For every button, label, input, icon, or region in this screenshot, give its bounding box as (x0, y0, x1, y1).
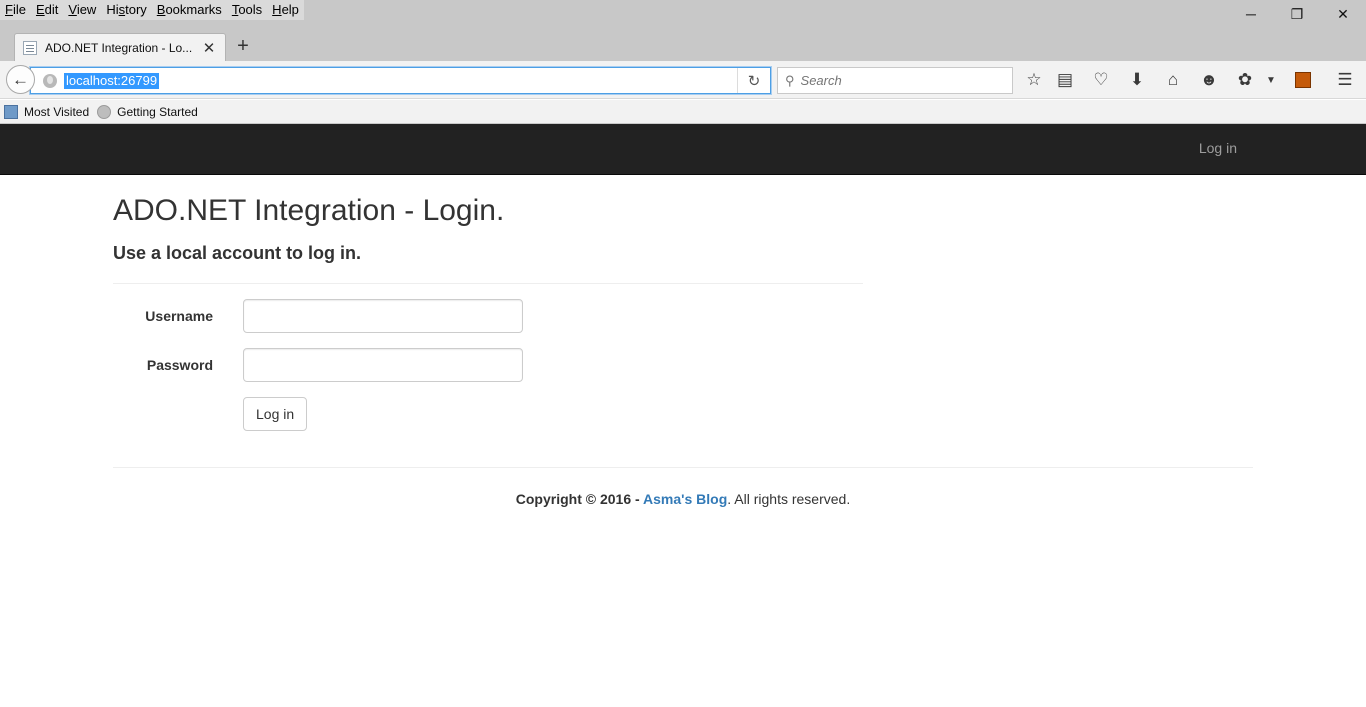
page-subtitle: Use a local account to log in. (113, 243, 362, 263)
menu-bookmarks[interactable]: Bookmarks (152, 0, 227, 20)
menu-view[interactable]: View (63, 0, 101, 20)
most-visited-icon (4, 104, 18, 119)
bookmarks-toolbar: Most Visited Getting Started (0, 100, 1366, 124)
window-controls: ─ ❐ ✕ (1228, 0, 1366, 28)
addon-icon[interactable] (1292, 69, 1314, 91)
footer-divider (113, 467, 1253, 468)
bookmark-getting-started[interactable]: Getting Started (97, 104, 198, 119)
page-favicon-icon (23, 40, 37, 55)
nav-login-link[interactable]: Log in (1199, 140, 1237, 156)
menu-tools[interactable]: Tools (227, 0, 267, 20)
password-row: Password (113, 348, 1253, 382)
footer-rights: . All rights reserved. (727, 491, 851, 507)
site-navbar: Log in (0, 124, 1366, 175)
main-content: ADO.NET Integration - Login. Use a local… (113, 175, 1253, 507)
tab-close-icon[interactable]: ✕ (201, 39, 217, 57)
menu-history[interactable]: History (101, 0, 151, 20)
url-text[interactable]: localhost:26799 (64, 72, 160, 89)
reload-icon[interactable]: ↻ (737, 68, 770, 93)
dropdown-icon[interactable]: ▼ (1260, 69, 1282, 91)
footer-blog-link[interactable]: Asma's Blog (643, 491, 727, 507)
navigation-toolbar: ← localhost:26799 ↻ ⚲ ☆ ▤ ♡ ⬇ ⌂ ☻ ✿ ▼ ☰ (0, 61, 1366, 99)
menu-edit[interactable]: Edit (31, 0, 63, 20)
chat-icon[interactable]: ☻ (1198, 69, 1220, 91)
search-bar[interactable]: ⚲ (777, 67, 1013, 94)
footer: Copyright © 2016 - Asma's Blog. All righ… (113, 491, 1253, 507)
pocket-icon[interactable]: ♡ (1090, 69, 1112, 91)
home-icon[interactable]: ⌂ (1162, 69, 1184, 91)
minimize-icon[interactable]: ─ (1228, 0, 1274, 28)
download-icon[interactable]: ⬇ (1126, 69, 1148, 91)
search-icon: ⚲ (785, 72, 795, 88)
menu-bar: File Edit View History Bookmarks Tools H… (0, 0, 304, 20)
username-label: Username (145, 308, 213, 324)
password-label: Password (146, 357, 213, 373)
bookmark-most-visited[interactable]: Most Visited (4, 104, 90, 119)
reader-icon[interactable]: ▤ (1054, 69, 1076, 91)
getting-started-icon (97, 104, 112, 119)
new-tab-icon[interactable]: + (233, 36, 253, 56)
password-field[interactable] (243, 348, 523, 382)
browser-titlebar: File Edit View History Bookmarks Tools H… (0, 0, 1366, 61)
bookmark-label: Most Visited (24, 104, 90, 119)
page-title: ADO.NET Integration - Login. (113, 194, 505, 227)
browser-tab[interactable]: ADO.NET Integration - Lo... ✕ (14, 33, 226, 61)
back-icon[interactable]: ← (6, 65, 35, 94)
extension-icon[interactable]: ✿ (1234, 69, 1256, 91)
bookmark-label: Getting Started (117, 104, 198, 119)
close-window-icon[interactable]: ✕ (1320, 0, 1366, 28)
tab-title: ADO.NET Integration - Lo... (45, 40, 193, 55)
divider (113, 283, 863, 284)
login-button[interactable]: Log in (243, 397, 308, 431)
footer-copyright: Copyright © 2016 - (515, 491, 644, 507)
username-field[interactable] (243, 299, 523, 333)
site-identity-icon[interactable] (43, 73, 57, 88)
search-input[interactable] (800, 73, 1001, 88)
submit-row: Log in (243, 397, 1253, 431)
star-icon[interactable]: ☆ (1023, 69, 1045, 91)
username-row: Username (113, 299, 1253, 333)
hamburger-menu-icon[interactable]: ☰ (1334, 69, 1356, 91)
url-bar[interactable]: localhost:26799 ↻ (30, 67, 771, 94)
menu-file[interactable]: File (0, 0, 31, 20)
menu-help[interactable]: Help (267, 0, 304, 20)
restore-icon[interactable]: ❐ (1274, 0, 1320, 28)
